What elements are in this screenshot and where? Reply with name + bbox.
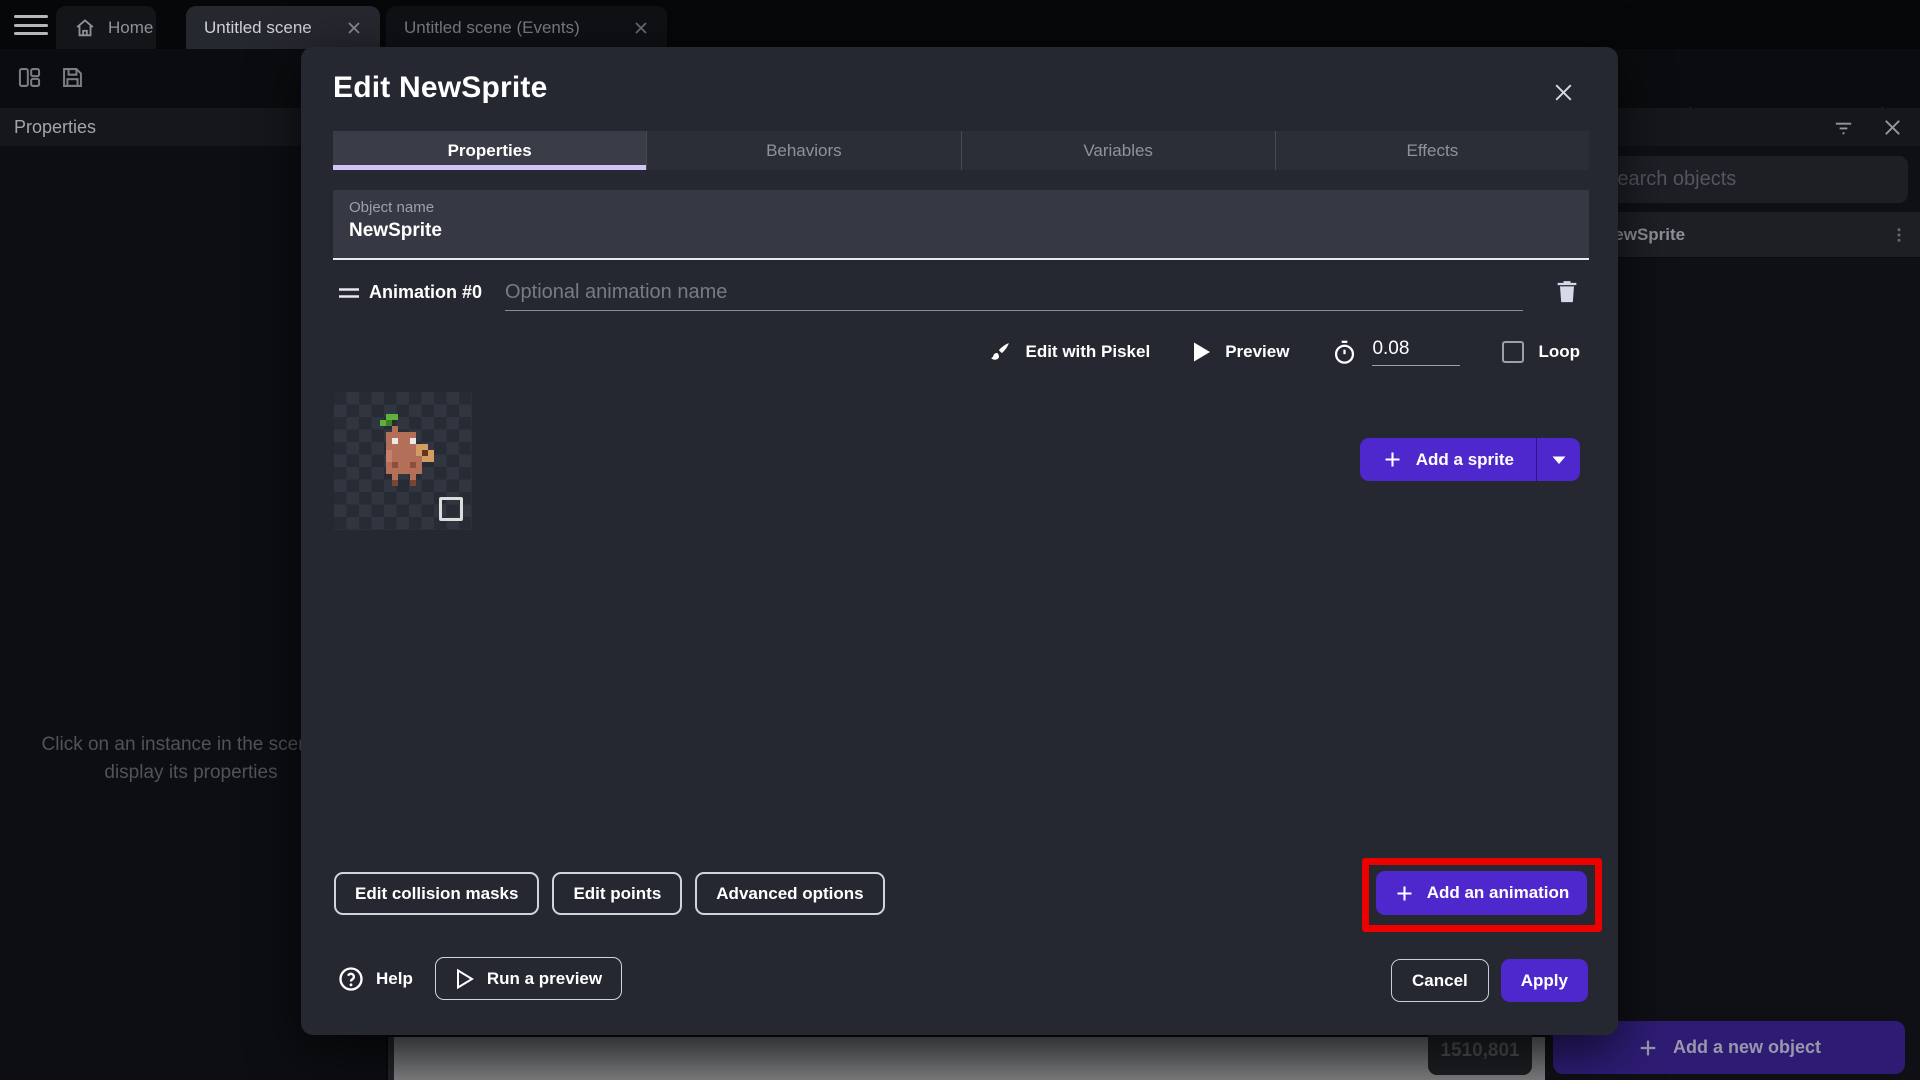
preview-button[interactable]: Preview	[1192, 341, 1289, 363]
hamburger-menu-icon[interactable]	[14, 15, 48, 35]
app-window: Home Untitled scene Untitled scene (Even…	[0, 0, 1920, 1080]
play-icon	[1192, 341, 1212, 363]
tab-untitled-scene-label: Untitled scene	[204, 17, 312, 37]
filter-icon[interactable]	[1832, 116, 1855, 139]
sprite-select-checkbox[interactable]	[439, 497, 463, 521]
dialog-close-button[interactable]	[1547, 76, 1580, 109]
tab-untitled-scene[interactable]: Untitled scene	[186, 6, 380, 49]
edit-points-button[interactable]: Edit points	[552, 872, 683, 915]
tab-variables[interactable]: Variables	[960, 131, 1275, 170]
search-objects-box	[1588, 156, 1908, 203]
add-sprite-dropdown-button[interactable]	[1536, 438, 1580, 481]
question-mark-icon	[337, 965, 365, 993]
run-preview-button[interactable]: Run a preview	[434, 957, 623, 1000]
sprite-thumbnail[interactable]	[334, 392, 472, 530]
close-tab-icon[interactable]	[346, 20, 362, 36]
sprite-pixel-art	[368, 414, 440, 492]
brush-icon	[987, 340, 1012, 365]
help-button[interactable]: Help	[337, 965, 413, 993]
topbar: Home Untitled scene Untitled scene (Even…	[0, 0, 1920, 49]
animation-row: Animation #0	[333, 275, 1589, 315]
object-name-label: Object name	[349, 199, 435, 216]
loop-label: Loop	[1538, 342, 1580, 361]
save-icon[interactable]	[59, 64, 86, 91]
loop-checkbox[interactable]	[1502, 341, 1525, 363]
add-new-object-label: Add a new object	[1672, 1037, 1822, 1057]
tab-properties[interactable]: Properties	[333, 131, 647, 170]
animation-name-input[interactable]	[505, 275, 1523, 310]
chevron-down-icon	[1551, 454, 1567, 466]
add-animation-button[interactable]: Add an animation	[1376, 871, 1587, 915]
tab-behaviors[interactable]: Behaviors	[646, 131, 961, 170]
tab-effects[interactable]: Effects	[1274, 131, 1589, 170]
search-objects-input[interactable]	[1588, 156, 1908, 203]
object-name-input[interactable]	[349, 220, 1573, 242]
properties-panel-title: Properties	[14, 117, 97, 137]
object-name-field: Object name	[333, 190, 1589, 260]
kebab-menu-icon[interactable]	[1890, 226, 1908, 244]
tab-home-label: Home	[108, 17, 154, 37]
plus-icon	[1637, 1037, 1659, 1059]
plus-icon	[1382, 449, 1403, 470]
dialog-title: Edit NewSprite	[333, 71, 548, 104]
frame-time-input[interactable]	[1372, 338, 1461, 365]
cancel-button[interactable]: Cancel	[1391, 959, 1489, 1002]
tab-untitled-scene-events[interactable]: Untitled scene (Events)	[386, 6, 667, 49]
tab-home[interactable]: Home	[56, 6, 156, 49]
edit-collision-masks-button[interactable]: Edit collision masks	[334, 872, 540, 915]
close-tab-icon[interactable]	[633, 20, 649, 36]
play-outline-icon	[455, 968, 475, 990]
edit-sprite-dialog: Edit NewSprite Properties Behaviors Vari…	[301, 47, 1618, 1035]
frame-time-box	[1372, 338, 1461, 366]
apply-button[interactable]: Apply	[1500, 959, 1588, 1002]
scene-canvas[interactable]	[388, 1037, 1545, 1080]
delete-animation-button[interactable]	[1553, 277, 1581, 305]
panel-layout-icon[interactable]	[16, 64, 43, 91]
plus-icon	[1394, 883, 1415, 904]
advanced-options-button[interactable]: Advanced options	[695, 872, 885, 915]
home-icon	[74, 17, 96, 39]
drag-handle-icon[interactable]	[337, 285, 361, 301]
animation-name-box	[505, 275, 1523, 311]
add-sprite-button[interactable]: Add a sprite	[1359, 438, 1580, 481]
sprite-tools-row: Edit collision masks Edit points Advance…	[334, 872, 885, 915]
close-panel-icon[interactable]	[1881, 116, 1904, 139]
animation-toolbar: Edit with Piskel Preview Loop	[987, 332, 1580, 372]
timer-icon	[1331, 339, 1358, 366]
dialog-tabs: Properties Behaviors Variables Effects	[333, 131, 1589, 170]
edit-with-piskel-button[interactable]: Edit with Piskel	[987, 340, 1150, 365]
animation-label: Animation #0	[369, 282, 483, 302]
tab-untitled-scene-events-label: Untitled scene (Events)	[404, 17, 580, 37]
